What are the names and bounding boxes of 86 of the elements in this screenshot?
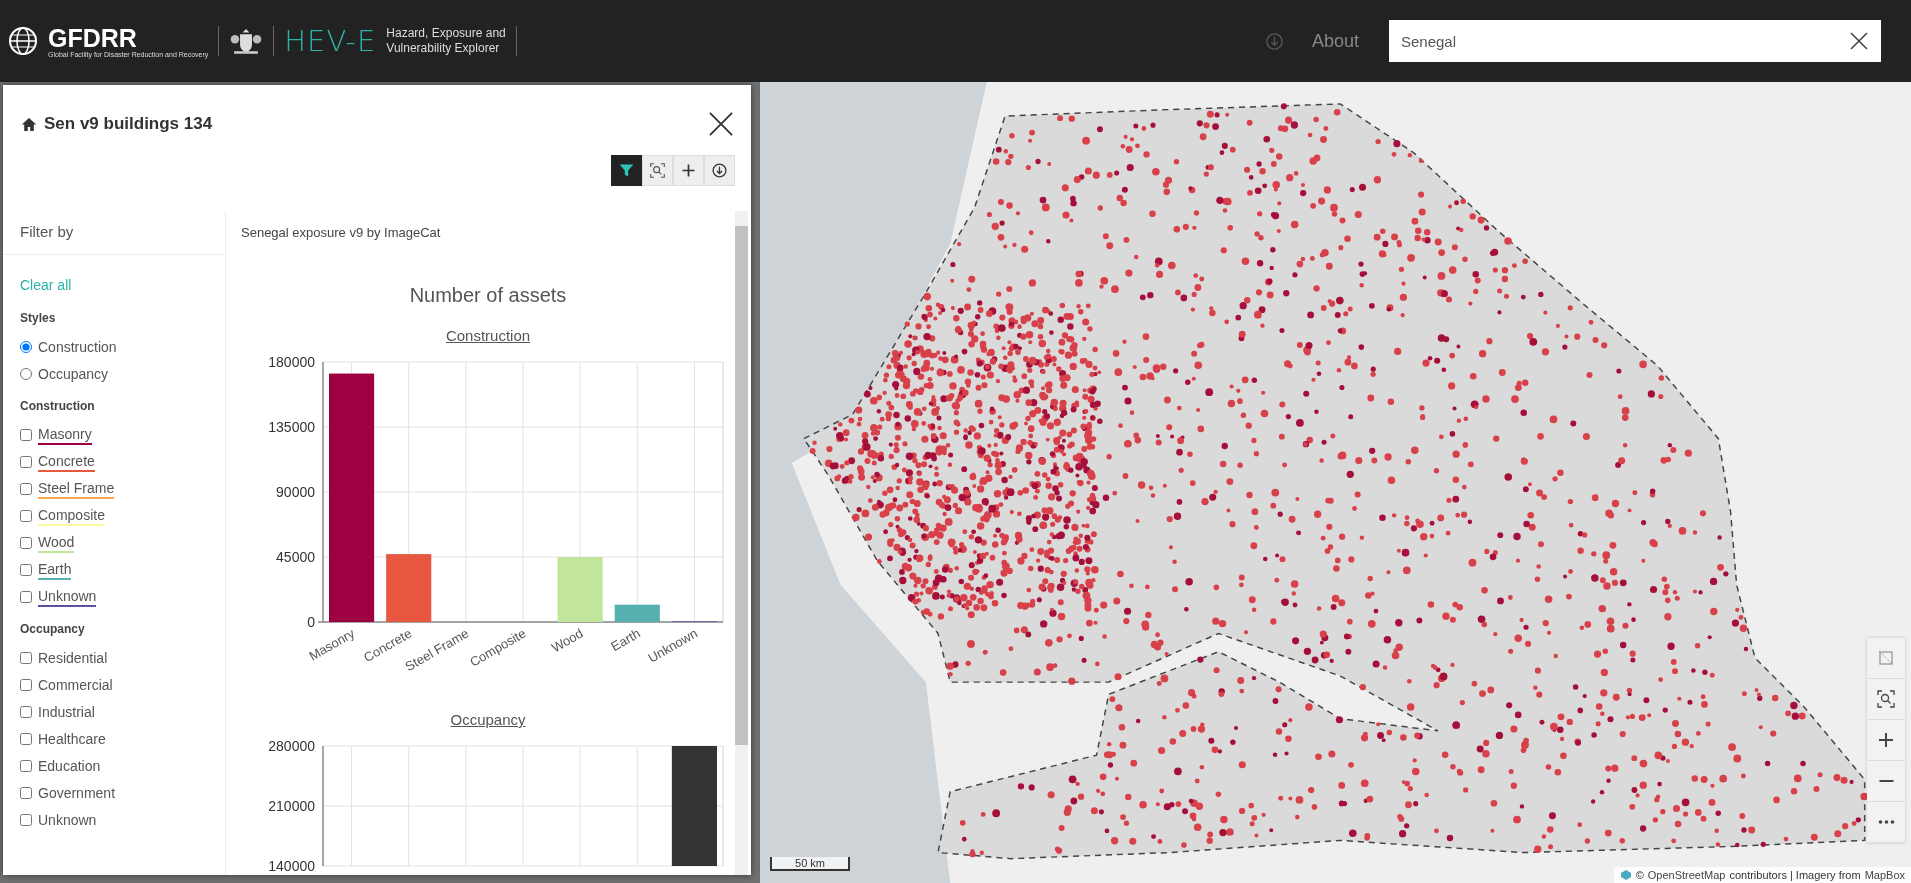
filter-group-title: Occupancy: [20, 622, 86, 636]
filter-option-label: Unknown: [38, 810, 97, 829]
filter-checkbox[interactable]: [20, 813, 32, 826]
filter-button[interactable]: [611, 155, 642, 186]
search-field[interactable]: Senegal: [1389, 20, 1881, 62]
filter-icon: [618, 162, 635, 179]
download-button[interactable]: [704, 155, 735, 186]
zoom-button[interactable]: [642, 155, 673, 186]
style-radio[interactable]: [20, 340, 32, 353]
openstreetmap-link[interactable]: OpenStreetMap: [1647, 869, 1726, 881]
filter-option-label: Commercial: [38, 675, 113, 694]
close-icon[interactable]: [709, 112, 733, 136]
zoom-frame-icon: [1876, 689, 1896, 709]
y-axis-label: 45000: [276, 549, 315, 565]
chart-bar: [557, 557, 603, 622]
y-axis-label: 0: [307, 614, 315, 630]
scrollbar[interactable]: [735, 211, 748, 875]
filter-option-label: Construction: [38, 337, 117, 356]
plus-icon: [1876, 730, 1896, 750]
chart-subtitle-link[interactable]: Occupancy: [450, 711, 526, 728]
panel-title: Sen v9 buildings 134: [44, 114, 214, 134]
chart-bar: [614, 604, 660, 622]
close-icon[interactable]: [1849, 31, 1869, 51]
filter-checkbox[interactable]: [20, 732, 32, 745]
filter-heading: Filter by: [3, 211, 225, 255]
add-button[interactable]: [673, 155, 704, 186]
app-subtitle-line: Hazard, Exposure and: [386, 26, 506, 41]
about-link[interactable]: About: [1311, 30, 1359, 52]
filter-checkbox[interactable]: [20, 563, 32, 576]
filter-option-label: Concrete: [38, 451, 95, 472]
app-subtitle-line: Vulnerability Explorer: [386, 41, 501, 56]
globe-logo-icon: [8, 26, 38, 56]
filter-option-label: Masonry: [38, 424, 92, 445]
filter-checkbox[interactable]: [20, 678, 32, 691]
filter-checkbox[interactable]: [20, 428, 32, 441]
chart-bar: [386, 554, 432, 622]
filter-option-label: Healthcare: [38, 729, 106, 748]
mapbox-link[interactable]: MapBox: [1864, 869, 1905, 881]
y-axis-label: 180000: [268, 354, 315, 370]
x-axis-label: Earth: [608, 625, 643, 655]
logo-name: GFDRR: [48, 24, 138, 51]
more-icon: [1877, 820, 1895, 824]
filter-option-label: Industrial: [38, 702, 95, 721]
filter-option-label: Residential: [38, 648, 108, 667]
charts-heading: Number of assets: [408, 284, 568, 307]
filter-checkbox[interactable]: [20, 455, 32, 468]
plus-icon: [680, 162, 697, 179]
scale-bar: 50 km: [770, 857, 850, 871]
filter-group-title: Construction: [20, 399, 96, 413]
zoom-frame-icon: [649, 162, 666, 179]
filter-option-label: Steel Frame: [38, 478, 115, 499]
filter-option-label: Unknown: [38, 586, 97, 607]
attribution-text: contributors | Imagery from: [1729, 869, 1861, 881]
y-axis-label: 140000: [268, 858, 315, 874]
data-source-text: Senegal exposure v9 by ImageCat: [241, 225, 442, 240]
filter-checkbox[interactable]: [20, 482, 32, 495]
filter-checkbox[interactable]: [20, 786, 32, 799]
filter-checkbox[interactable]: [20, 705, 32, 718]
y-axis-label: 90000: [276, 484, 315, 500]
crop-icon: [1876, 648, 1896, 668]
filter-option-label: Occupancy: [38, 364, 109, 383]
filter-option-label: Earth: [38, 559, 72, 580]
y-axis-label: 210000: [268, 798, 315, 814]
filter-option-label: Composite: [38, 505, 105, 526]
download-icon[interactable]: [1264, 31, 1284, 51]
filter-checkbox[interactable]: [20, 509, 32, 522]
download-icon: [711, 162, 728, 179]
filter-option-label: Government: [38, 783, 116, 802]
filter-checkbox[interactable]: [20, 536, 32, 549]
mapbox-logo-icon: [1619, 869, 1632, 881]
filter-checkbox[interactable]: [20, 759, 32, 772]
chart-subtitle-link[interactable]: Construction: [445, 327, 531, 344]
copyright-sign: ©: [1635, 869, 1644, 881]
y-axis-label: 280000: [268, 738, 315, 754]
home-icon[interactable]: [21, 116, 37, 132]
zoom-area-button[interactable]: [1867, 679, 1905, 720]
filter-option-label: Wood: [38, 532, 75, 553]
zoom-in-button[interactable]: [1867, 720, 1905, 761]
filter-checkbox[interactable]: [20, 651, 32, 664]
style-radio[interactable]: [20, 367, 32, 380]
filter-checkbox[interactable]: [20, 590, 32, 603]
y-axis-label: 135000: [268, 419, 315, 435]
filter-option-label: Education: [38, 756, 101, 775]
minus-icon: [1877, 779, 1895, 783]
app-name: HEV-E: [284, 24, 377, 58]
filter-group-title: Styles: [20, 311, 57, 325]
